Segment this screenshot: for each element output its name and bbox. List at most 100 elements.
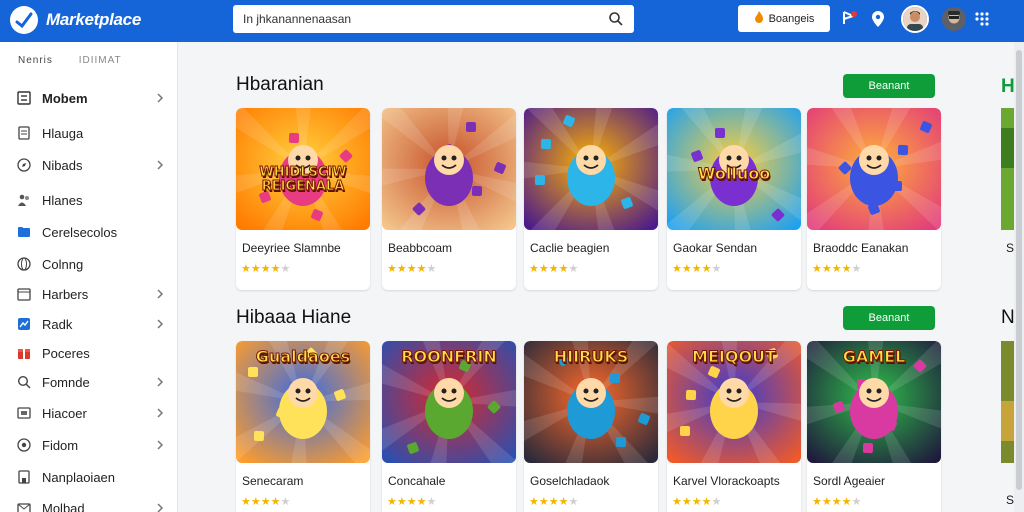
game-title[interactable]: Goselchladaok [530,474,609,488]
sidebar-item[interactable]: Harbers [0,282,178,306]
star-icon: ★ [426,496,437,508]
profile-avatar[interactable] [940,5,968,33]
star-icon: ★ [851,263,862,275]
game-card[interactable]: Beabbcoam ★★★★★ [382,108,516,290]
game-title[interactable]: Deeyriee Slamnbe [242,241,341,255]
game-title[interactable]: Concahale [388,474,445,488]
chevron-right-icon[interactable] [156,288,164,300]
star-icon: ★ [691,263,702,275]
notification-icon[interactable] [839,9,859,29]
next-card-peek-2[interactable]: S [1001,341,1015,512]
game-title[interactable]: Senecaram [242,474,303,488]
star-rating: ★★★★★ [529,495,578,508]
star-rating: ★★★★★ [529,262,578,275]
next-card-peek-1[interactable]: S [1001,108,1015,290]
sidebar-item[interactable]: Poceres [0,341,178,365]
game-thumbnail[interactable]: ROONFRIN [382,341,516,463]
game-card[interactable]: Caclie beagien ★★★★★ [524,108,658,290]
star-icon: ★ [831,496,842,508]
game-card[interactable]: Gualdaoes Senecaram ★★★★★ [236,341,370,512]
next-section-peek-1: H [1001,76,1015,97]
see-all-button-2[interactable]: Beanant [843,306,935,330]
sidebar-item[interactable]: Radk [0,312,178,336]
game-title[interactable]: Braoddc Eanakan [813,241,908,255]
game-title[interactable]: Sordl Ageaier [813,474,885,488]
game-thumbnail[interactable]: MEIQOUT [667,341,801,463]
sidebar-item[interactable]: Nibads [0,153,178,177]
app-name[interactable]: Marketplace [46,10,141,30]
avatar[interactable] [901,5,929,33]
game-title[interactable]: Caclie beagien [530,241,609,255]
game-card[interactable]: WHIDLSCIW REIGENALA Deeyriee Slamnbe ★★★★★ [236,108,370,290]
chevron-right-icon[interactable] [156,92,164,104]
sidebar-item-label: Radk [42,316,73,332]
chevron-right-icon[interactable] [156,318,164,330]
game-thumbnail[interactable]: WHIDLSCIW REIGENALA [236,108,370,230]
search-input[interactable]: In jhkanannenaasan [243,12,608,26]
star-icon: ★ [280,496,291,508]
apps-grid-icon[interactable] [972,9,992,29]
star-icon: ★ [701,263,712,275]
scrollbar[interactable] [1014,42,1024,512]
game-card[interactable]: ROONFRIN Concahale ★★★★★ [382,341,516,512]
compass-icon [17,158,31,172]
star-icon: ★ [280,263,291,275]
star-icon: ★ [681,263,692,275]
calendar-icon [17,287,31,301]
search-icon[interactable] [608,11,624,27]
star-icon: ★ [241,496,251,508]
scrollbar-thumb[interactable] [1016,50,1022,490]
game-thumbnail[interactable]: HIIRUKS [524,341,658,463]
game-thumbnail[interactable]: GAMEL [807,341,941,463]
store-icon [17,470,31,484]
sidebar-item[interactable]: Nanplaoiaen [0,465,178,489]
game-title[interactable]: Gaokar Sendan [673,241,757,255]
sidebar-tab-primary[interactable]: Nenris [18,55,53,66]
game-card[interactable]: Braoddc Eanakan ★★★★★ [807,108,941,290]
sidebar-heading: Nenris IDIIMAT [18,55,144,66]
sidebar-tab-secondary[interactable]: IDIIMAT [79,55,122,66]
logo-icon[interactable] [10,6,38,34]
sidebar-item[interactable]: Colnng [0,252,178,276]
game-thumbnail[interactable] [807,108,941,230]
box-icon [17,406,31,420]
sidebar-item[interactable]: Fidom [0,433,178,457]
chevron-right-icon[interactable] [156,159,164,171]
sidebar-item[interactable]: Cerelsecolos [0,220,178,244]
chevron-right-icon[interactable] [156,439,164,451]
sidebar-item[interactable]: Hlanes [0,188,178,212]
star-icon: ★ [821,263,832,275]
see-all-button-1[interactable]: Beanant [843,74,935,98]
sidebar-item-label: Hlanes [42,192,83,208]
chevron-right-icon[interactable] [156,502,164,512]
star-icon: ★ [529,263,539,275]
game-thumbnail[interactable] [524,108,658,230]
game-title[interactable]: Beabbcoam [388,241,452,255]
search-bar[interactable]: In jhkanannenaasan [233,5,634,33]
game-thumbnail[interactable] [382,108,516,230]
chevron-right-icon[interactable] [156,376,164,388]
promo-button[interactable]: Boangeis [738,5,830,32]
star-icon: ★ [841,496,852,508]
game-title[interactable]: Karvel Vlorackoapts [673,474,780,488]
game-card[interactable]: HIIRUKS Goselchladaok ★★★★★ [524,341,658,512]
sidebar-item[interactable]: Hiacoer [0,401,178,425]
location-icon[interactable] [868,9,888,29]
game-thumbnail[interactable]: Gualdaoes [236,341,370,463]
sidebar-item[interactable]: Molbad [0,496,178,512]
star-icon: ★ [548,496,559,508]
sidebar-item[interactable]: Hlauga [0,121,178,145]
star-icon: ★ [396,263,407,275]
game-card[interactable]: GAMEL Sordl Ageaier ★★★★★ [807,341,941,512]
sidebar: Nenris IDIIMAT Mobem Hlauga Nibads Hlanes Ce… [0,42,178,512]
game-card[interactable]: Wolluoo Gaokar Sendan ★★★★★ [667,108,801,290]
chevron-right-icon[interactable] [156,407,164,419]
game-card[interactable]: MEIQOUT Karvel Vlorackoapts ★★★★★ [667,341,801,512]
sidebar-item[interactable]: Fomnde [0,370,178,394]
star-icon: ★ [558,263,569,275]
star-icon: ★ [548,263,559,275]
game-thumbnail[interactable]: Wolluoo [667,108,801,230]
sidebar-item[interactable]: Mobem [0,86,178,110]
sidebar-item-label: Hlauga [42,125,84,141]
target-icon [17,438,31,452]
